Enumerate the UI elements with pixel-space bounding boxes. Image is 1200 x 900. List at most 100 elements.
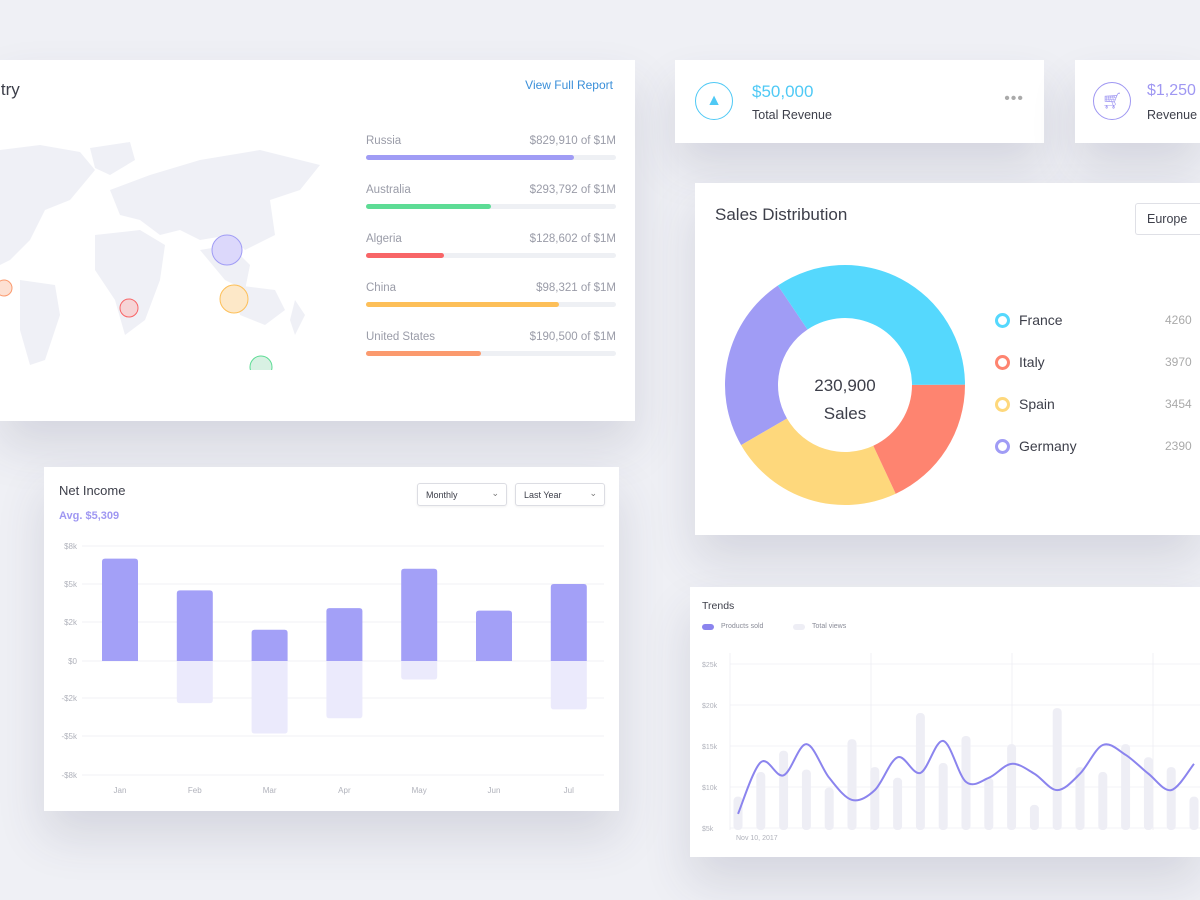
country-value: $829,910 of $1M: [529, 135, 616, 147]
stat-label: Revenue: [1147, 108, 1198, 122]
y-tick-label: $2k: [64, 618, 78, 627]
y-tick-label: -$2k: [61, 694, 78, 703]
legend-ring-icon: [995, 312, 1010, 328]
expense-bar[interactable]: [550, 661, 587, 710]
money-bag-icon: ▲: [695, 82, 733, 120]
x-tick-label: Mar: [263, 786, 277, 795]
views-bar[interactable]: [1098, 772, 1108, 830]
income-bar[interactable]: [176, 590, 213, 661]
country-row: Australia $293,792 of $1M: [366, 184, 616, 209]
donut-center-label: Sales: [824, 404, 867, 423]
trends-chart: $25k $20k $15k $10k $5k Nov 10, 2017: [702, 653, 1200, 842]
donut-chart: 230,900 Sales: [725, 265, 965, 505]
legend-value: 2390: [1165, 439, 1192, 453]
income-bar[interactable]: [550, 584, 587, 661]
views-bar[interactable]: [984, 777, 994, 830]
country-name: Australia: [366, 184, 411, 196]
country-row: China $98,321 of $1M: [366, 282, 616, 307]
views-bar[interactable]: [1166, 767, 1176, 830]
total-revenue-card: ▲ $50,000 Total Revenue •••: [675, 60, 1044, 143]
legend-item[interactable]: Italy 3970: [995, 354, 1195, 370]
y-tick-label: $15k: [702, 744, 718, 751]
x-tick-label: Feb: [188, 786, 202, 795]
views-bar[interactable]: [870, 767, 880, 830]
legend-label: Spain: [1019, 396, 1055, 412]
y-tick-label: $25k: [702, 662, 718, 669]
legend-label: Germany: [1019, 438, 1077, 454]
algeria-marker[interactable]: [119, 298, 139, 318]
x-tick-label: Nov 10, 2017: [736, 835, 778, 842]
country-name: United States: [366, 331, 436, 343]
country-name: China: [366, 282, 397, 294]
progress-track: [366, 302, 616, 307]
more-options-icon[interactable]: •••: [1004, 90, 1024, 108]
views-bar[interactable]: [824, 787, 834, 830]
view-full-report-link[interactable]: View Full Report: [525, 78, 613, 92]
income-bar[interactable]: [251, 629, 288, 661]
stat-value: $50,000: [752, 82, 814, 101]
views-bar[interactable]: [847, 739, 857, 830]
income-bar[interactable]: [476, 610, 512, 661]
progress-fill: [366, 302, 559, 307]
region-select[interactable]: Europe: [1135, 203, 1200, 235]
income-bar[interactable]: [102, 558, 138, 661]
progress-track: [366, 155, 616, 160]
x-tick-label: Jul: [564, 786, 574, 795]
income-bar[interactable]: [401, 568, 438, 661]
united-states-marker[interactable]: [0, 279, 13, 297]
russia-marker[interactable]: [211, 234, 243, 266]
progress-track: [366, 351, 616, 356]
legend-item[interactable]: France 4260: [995, 312, 1195, 328]
views-bar[interactable]: [1189, 796, 1199, 830]
legend-ring-icon: [995, 438, 1010, 454]
legend-item[interactable]: Germany 2390: [995, 438, 1195, 454]
legend-value: 3970: [1165, 355, 1192, 369]
y-tick-label: $20k: [702, 703, 718, 710]
world-map: [0, 142, 320, 370]
views-bar[interactable]: [1143, 757, 1153, 830]
x-tick-label: May: [412, 786, 427, 795]
donut-segment-france[interactable]: [777, 265, 965, 385]
world-map-land: [0, 142, 320, 365]
expense-bar[interactable]: [326, 661, 363, 719]
income-bar[interactable]: [326, 608, 363, 661]
china-marker[interactable]: [219, 284, 249, 314]
views-bar[interactable]: [1052, 708, 1062, 830]
country-row: United States $190,500 of $1M: [366, 331, 616, 356]
x-tick-label: Jun: [488, 786, 501, 795]
trends-card: Trends Products sold Total views $25k $20…: [690, 587, 1200, 857]
net-income-chart: $8k $5k $2k $0 -$2k -$5k -$8k Jan Feb Mar Apr May Ju…: [61, 542, 604, 795]
stat-value: $1,250: [1147, 82, 1196, 99]
y-tick-label: $5k: [64, 580, 78, 589]
legend-item[interactable]: Spain 3454: [995, 396, 1195, 412]
views-bar[interactable]: [938, 763, 948, 830]
donut-center-value: 230,900: [814, 376, 875, 395]
expense-bar[interactable]: [251, 661, 288, 734]
progress-fill: [366, 351, 481, 356]
cart-icon: 🛒︎: [1093, 82, 1131, 120]
net-income-card: Net Income Avg. $5,309 Monthly ⌄ Last Yea…: [44, 467, 619, 811]
views-bar[interactable]: [801, 769, 811, 830]
card-title: Sales Distribution: [715, 205, 848, 224]
legend-label: France: [1019, 312, 1063, 328]
expense-bar[interactable]: [176, 661, 213, 704]
y-tick-label: -$5k: [61, 732, 78, 741]
views-bar[interactable]: [1029, 804, 1039, 830]
views-bar[interactable]: [1007, 744, 1017, 830]
y-tick-label: $8k: [64, 542, 78, 551]
australia-marker[interactable]: [249, 355, 273, 370]
y-tick-label: $0: [68, 657, 77, 666]
progress-fill: [366, 204, 491, 209]
views-bar[interactable]: [893, 777, 903, 830]
legend-value: 4260: [1165, 313, 1192, 327]
card-title: untry: [0, 80, 20, 99]
expense-bar[interactable]: [401, 661, 438, 680]
legend-label: Italy: [1019, 354, 1045, 370]
progress-track: [366, 204, 616, 209]
country-value: $128,602 of $1M: [529, 233, 616, 245]
country-value: $190,500 of $1M: [529, 331, 616, 343]
legend-ring-icon: [995, 354, 1010, 370]
country-name: Russia: [366, 135, 402, 147]
views-bar[interactable]: [779, 750, 789, 830]
views-bar[interactable]: [756, 772, 766, 830]
